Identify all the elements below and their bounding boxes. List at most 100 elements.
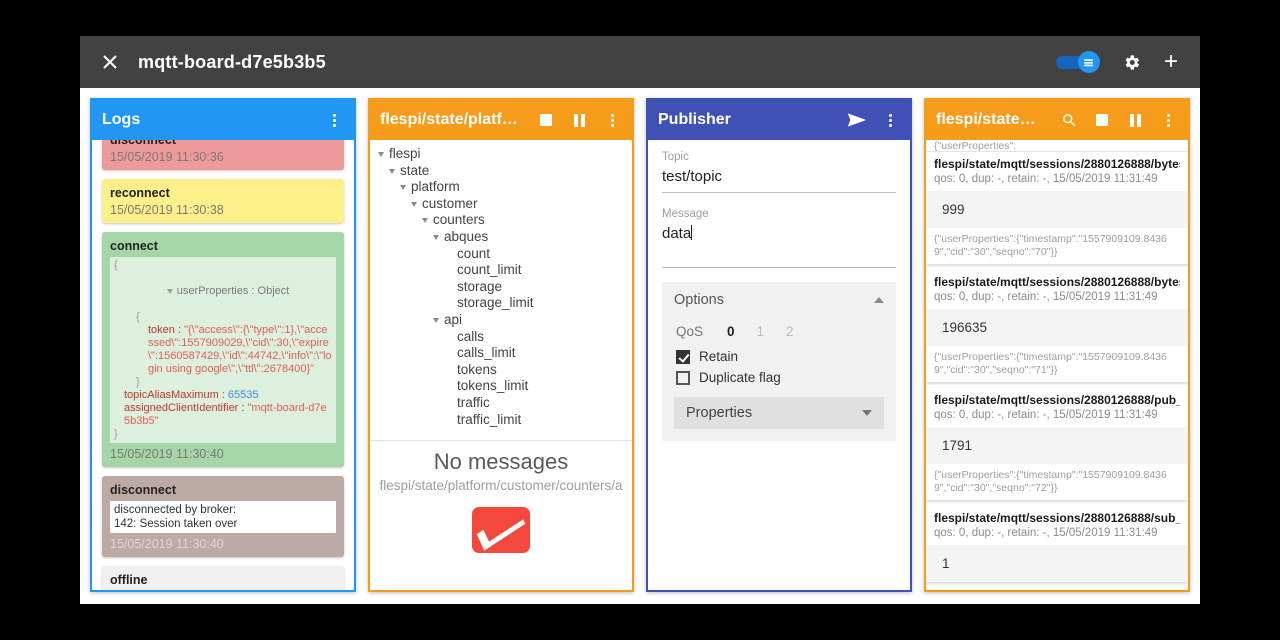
- publisher-panel-title: Publisher: [658, 111, 731, 128]
- json-inner-close: }: [136, 376, 140, 388]
- toolbar-actions: +: [1055, 50, 1184, 74]
- send-icon[interactable]: [847, 110, 867, 130]
- pause-icon[interactable]: [569, 110, 589, 130]
- kebab-menu-icon[interactable]: [602, 110, 622, 130]
- tree-node[interactable]: customer: [378, 196, 632, 213]
- no-messages-placeholder: No messages flespi/state/platform/custom…: [370, 440, 632, 590]
- tree-node[interactable]: calls: [378, 329, 632, 346]
- publish-options: Options QoS 0 1 2 Retain Duplicate flag …: [662, 282, 896, 441]
- qos-label: QoS: [676, 324, 704, 339]
- add-panel-button[interactable]: +: [1164, 50, 1178, 74]
- tree-node[interactable]: storage_limit: [378, 295, 632, 312]
- message-meta: qos: 0, dup: -, retain: -, 15/05/2019 11…: [934, 527, 1158, 539]
- messages-list[interactable]: {"userProperties":{"timestamp":"15579091…: [926, 140, 1188, 590]
- log-detail-line: disconnected by broker:: [114, 504, 237, 516]
- publisher-panel-header: Publisher: [648, 100, 910, 140]
- logs-list[interactable]: disconnect 15/05/2019 11:30:36 reconnect…: [92, 140, 354, 590]
- message-properties: {"userProperties":{"timestamp":"15579091…: [934, 469, 1167, 494]
- tree-node[interactable]: traffic: [378, 395, 632, 412]
- message-field[interactable]: Message data: [662, 207, 896, 268]
- options-header[interactable]: Options: [674, 292, 884, 308]
- chevron-down-icon[interactable]: [422, 218, 428, 224]
- tree-node[interactable]: platform: [378, 179, 632, 196]
- message-card[interactable]: flespi/state/mqtt/sessions/2880126888/by…: [926, 270, 1188, 383]
- list-item[interactable]: reconnect 15/05/2019 11:30:38: [102, 179, 344, 223]
- panel-board: Logs disconnect 15/05/2019 11:30:36 reco…: [80, 88, 1200, 604]
- json-key: userProperties: [176, 285, 249, 297]
- retain-checkbox[interactable]: Retain: [676, 349, 884, 364]
- tree-node[interactable]: count_limit: [378, 262, 632, 279]
- qos-option-0[interactable]: 0: [727, 324, 735, 339]
- list-item[interactable]: disconnect 15/05/2019 11:30:36: [102, 140, 344, 170]
- chevron-down-icon[interactable]: [433, 234, 439, 240]
- message-payload: 1791: [926, 427, 1188, 464]
- chevron-down-icon[interactable]: [433, 317, 439, 323]
- log-label: offline: [110, 573, 148, 587]
- close-icon[interactable]: [96, 48, 124, 76]
- message-props-clipped: {"userProperties":{"timestamp":"15579091…: [926, 140, 1188, 152]
- chevron-down-icon[interactable]: [166, 288, 173, 294]
- log-label: disconnect: [110, 140, 176, 147]
- retain-label: Retain: [699, 349, 739, 364]
- tree-node[interactable]: tokens_limit: [378, 378, 632, 395]
- list-item[interactable]: offline 15/05/2019 11:30:41: [102, 566, 344, 590]
- message-input[interactable]: data: [662, 222, 896, 268]
- qos-selector[interactable]: QoS 0 1 2: [676, 324, 884, 339]
- kebab-menu-icon[interactable]: [1158, 110, 1178, 130]
- qos-option-2[interactable]: 2: [786, 324, 794, 339]
- kebab-menu-icon[interactable]: [324, 110, 344, 130]
- message-meta: qos: 0, dup: -, retain: -, 15/05/2019 11…: [934, 291, 1158, 303]
- tree-node[interactable]: counters: [378, 212, 632, 229]
- kebab-menu-icon[interactable]: [880, 110, 900, 130]
- message-meta: qos: 0, dup: -, retain: -, 15/05/2019 11…: [934, 409, 1158, 421]
- json-inner-open: {: [136, 311, 140, 323]
- message-card[interactable]: flespi/state/mqtt/sessions/2880126888/by…: [926, 152, 1188, 265]
- message-payload: 1: [926, 545, 1188, 582]
- search-icon[interactable]: [1059, 110, 1079, 130]
- tree-node[interactable]: flespi: [378, 146, 632, 163]
- message-label: Message: [662, 208, 709, 220]
- tree-panel-title: flespi/state/platf…: [380, 111, 518, 128]
- stop-icon[interactable]: [1092, 110, 1112, 130]
- no-messages-heading: No messages: [433, 449, 569, 474]
- json-value: 65535: [227, 389, 259, 401]
- connection-toggle[interactable]: [1055, 51, 1100, 73]
- tree-node[interactable]: abques: [378, 229, 632, 246]
- message-card[interactable]: flespi/state/mqtt/sessions/2880126888/su…: [926, 506, 1188, 583]
- tree-node[interactable]: traffic_limit: [378, 412, 632, 429]
- tree-node-label: customer: [422, 195, 478, 211]
- messages-panel-header: flespi/state…: [926, 100, 1188, 140]
- properties-select[interactable]: Properties: [674, 397, 884, 429]
- no-messages-topic: flespi/state/platform/customer/counters/…: [379, 478, 623, 493]
- tree-node[interactable]: tokens: [378, 362, 632, 379]
- list-item[interactable]: connect { userProperties : Object { toke…: [102, 232, 344, 467]
- list-item[interactable]: disconnect disconnected by broker: 142: …: [102, 476, 344, 557]
- gear-icon[interactable]: [1120, 50, 1144, 74]
- tree-node[interactable]: count: [378, 246, 632, 263]
- app-window: mqtt-board-d7e5b3b5 + Logs disconnect 15…: [80, 36, 1200, 604]
- pause-icon[interactable]: [1125, 110, 1145, 130]
- app-toolbar: mqtt-board-d7e5b3b5 +: [80, 36, 1200, 88]
- log-detail-line: 142: Session taken over: [114, 518, 238, 530]
- tree-node[interactable]: api: [378, 312, 632, 329]
- tree-panel-header: flespi/state/platf…: [370, 100, 632, 140]
- chevron-down-icon[interactable]: [411, 201, 417, 207]
- log-timestamp: 15/05/2019 11:30:40: [110, 447, 224, 461]
- chevron-down-icon[interactable]: [400, 185, 406, 191]
- tree-node-label: count_limit: [457, 262, 522, 278]
- message-card[interactable]: flespi/state/mqtt/sessions/2880126888/pu…: [926, 388, 1188, 501]
- topic-field[interactable]: Topic test/topic: [662, 150, 896, 193]
- tree-node[interactable]: state: [378, 163, 632, 180]
- chevron-down-icon[interactable]: [378, 151, 384, 157]
- qos-option-1[interactable]: 1: [757, 324, 765, 339]
- chevron-down-icon[interactable]: [389, 168, 395, 174]
- chevron-down-icon[interactable]: [862, 410, 872, 416]
- duplicate-flag-checkbox[interactable]: Duplicate flag: [676, 370, 884, 385]
- tree-node[interactable]: storage: [378, 279, 632, 296]
- tree-node[interactable]: calls_limit: [378, 345, 632, 362]
- tree-node-label: calls: [457, 328, 485, 344]
- tree-node-label: abques: [444, 228, 489, 244]
- chevron-up-icon[interactable]: [874, 297, 884, 303]
- topic-input[interactable]: test/topic: [662, 165, 896, 193]
- stop-icon[interactable]: [536, 110, 556, 130]
